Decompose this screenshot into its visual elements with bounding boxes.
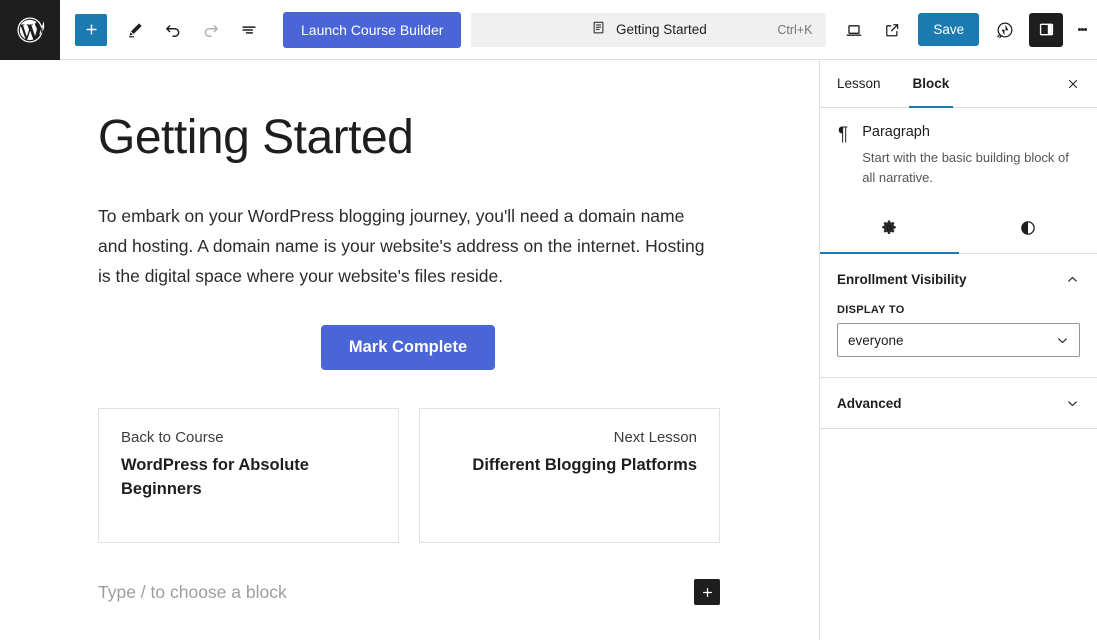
block-title: Paragraph bbox=[862, 124, 930, 140]
document-icon bbox=[591, 20, 606, 40]
settings-tab[interactable] bbox=[820, 207, 959, 254]
tab-lesson[interactable]: Lesson bbox=[820, 60, 897, 107]
wordpress-logo-icon bbox=[15, 15, 45, 45]
settings-sidebar: Lesson Block ¶ Paragraph Start with the … bbox=[819, 60, 1097, 640]
next-lesson-label: Next Lesson bbox=[613, 429, 697, 447]
toolbar-right-group: Save bbox=[836, 12, 1097, 48]
command-bar[interactable]: Getting Started Ctrl+K bbox=[471, 12, 827, 47]
panel-enrollment-visibility-header[interactable]: Enrollment Visibility bbox=[820, 254, 1097, 304]
display-to-value: everyone bbox=[848, 332, 904, 348]
sidebar-icon-tablist bbox=[820, 207, 1097, 254]
empty-block-row: Type / to choose a block bbox=[98, 579, 720, 606]
paragraph-block[interactable]: To embark on your WordPress blogging jou… bbox=[98, 201, 708, 291]
options-menu-button[interactable] bbox=[1065, 12, 1097, 48]
panel-enrollment-visibility-body: DISPLAY TO everyone bbox=[820, 304, 1097, 377]
editor-canvas: Getting Started To embark on your WordPr… bbox=[0, 60, 819, 640]
panel-title: Advanced bbox=[837, 395, 902, 411]
display-to-select[interactable]: everyone bbox=[837, 323, 1080, 357]
panel-enrollment-visibility: Enrollment Visibility DISPLAY TO everyon… bbox=[820, 254, 1097, 378]
kebab-dot bbox=[1083, 28, 1087, 31]
block-appender-button[interactable] bbox=[694, 579, 720, 606]
contrast-icon bbox=[1019, 219, 1037, 242]
save-button[interactable]: Save bbox=[918, 13, 980, 46]
undo-button[interactable] bbox=[155, 12, 191, 48]
panel-title: Enrollment Visibility bbox=[837, 271, 967, 287]
back-to-course-card[interactable]: Back to Course WordPress for Absolute Be… bbox=[98, 408, 399, 544]
chevron-down-icon bbox=[1055, 333, 1070, 348]
launch-course-builder-button[interactable]: Launch Course Builder bbox=[283, 11, 462, 48]
sidebar-tablist: Lesson Block bbox=[820, 60, 1097, 108]
document-overview-button[interactable] bbox=[231, 12, 267, 48]
block-description: Start with the basic building block of a… bbox=[862, 150, 1069, 185]
paragraph-icon: ¶ bbox=[838, 124, 849, 145]
back-to-course-name: WordPress for Absolute Beginners bbox=[121, 456, 309, 499]
display-to-label: DISPLAY TO bbox=[837, 304, 905, 316]
block-placeholder[interactable]: Type / to choose a block bbox=[98, 582, 287, 603]
mark-complete-button[interactable]: Mark Complete bbox=[320, 325, 496, 371]
toolbar-left-group: Launch Course Builder Getting Started Ct… bbox=[60, 11, 827, 48]
settings-sidebar-toggle[interactable] bbox=[1029, 12, 1064, 47]
panel-advanced-header[interactable]: Advanced bbox=[820, 378, 1097, 428]
close-sidebar-button[interactable] bbox=[1049, 60, 1097, 107]
edit-tool-button[interactable] bbox=[117, 12, 153, 48]
block-card: ¶ Paragraph Start with the basic buildin… bbox=[820, 108, 1097, 193]
preview-button[interactable] bbox=[836, 12, 872, 48]
tab-block[interactable]: Block bbox=[897, 60, 966, 108]
back-to-course-label: Back to Course bbox=[121, 429, 224, 447]
editor-toolbar: Launch Course Builder Getting Started Ct… bbox=[0, 0, 1097, 60]
jetpack-icon[interactable] bbox=[987, 12, 1023, 48]
chevron-up-icon bbox=[1065, 272, 1080, 287]
styles-tab[interactable] bbox=[959, 207, 1097, 253]
lesson-navigation: Back to Course WordPress for Absolute Be… bbox=[98, 408, 720, 544]
gear-icon bbox=[880, 219, 898, 242]
command-bar-shortcut: Ctrl+K bbox=[777, 22, 813, 37]
next-lesson-name: Different Blogging Platforms bbox=[472, 456, 697, 475]
next-lesson-card[interactable]: Next Lesson Different Blogging Platforms bbox=[419, 408, 720, 544]
view-external-button[interactable] bbox=[874, 12, 910, 48]
panel-advanced: Advanced bbox=[820, 378, 1097, 429]
command-bar-title: Getting Started bbox=[616, 22, 707, 37]
add-block-button[interactable] bbox=[75, 13, 107, 46]
post-content: Getting Started To embark on your WordPr… bbox=[0, 60, 819, 606]
chevron-down-icon bbox=[1065, 396, 1080, 411]
page-title[interactable]: Getting Started bbox=[98, 110, 721, 165]
mark-complete-wrapper: Mark Complete bbox=[98, 325, 718, 371]
wordpress-logo-button[interactable] bbox=[0, 0, 60, 60]
redo-button[interactable] bbox=[193, 12, 229, 48]
